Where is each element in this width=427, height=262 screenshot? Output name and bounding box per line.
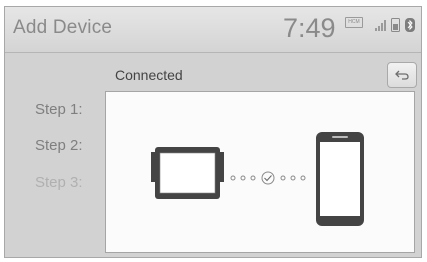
step-2-label: Step 2: xyxy=(35,137,83,154)
connection-link-icon xyxy=(230,171,306,185)
clock: 7:49 xyxy=(283,13,336,43)
head-unit-icon xyxy=(151,147,224,199)
step-3-label: Step 3: xyxy=(35,174,83,191)
hcm-badge: HCM xyxy=(345,17,363,28)
back-arrow-icon xyxy=(395,70,409,80)
connection-status: Connected xyxy=(115,67,183,83)
phone-battery-icon xyxy=(391,18,400,32)
step-1-label: Step 1: xyxy=(35,101,83,118)
back-button[interactable] xyxy=(387,62,417,88)
smartphone-icon xyxy=(316,132,364,226)
signal-icon xyxy=(375,20,386,31)
connection-diagram-panel xyxy=(105,91,415,253)
connection-diagram xyxy=(151,132,364,226)
page-title: Add Device xyxy=(13,17,113,38)
bluetooth-icon xyxy=(405,18,415,32)
device-screen: Add Device 7:49 HCM Connected Step 1: St… xyxy=(4,6,422,258)
header-bar: Add Device 7:49 HCM xyxy=(5,7,421,53)
